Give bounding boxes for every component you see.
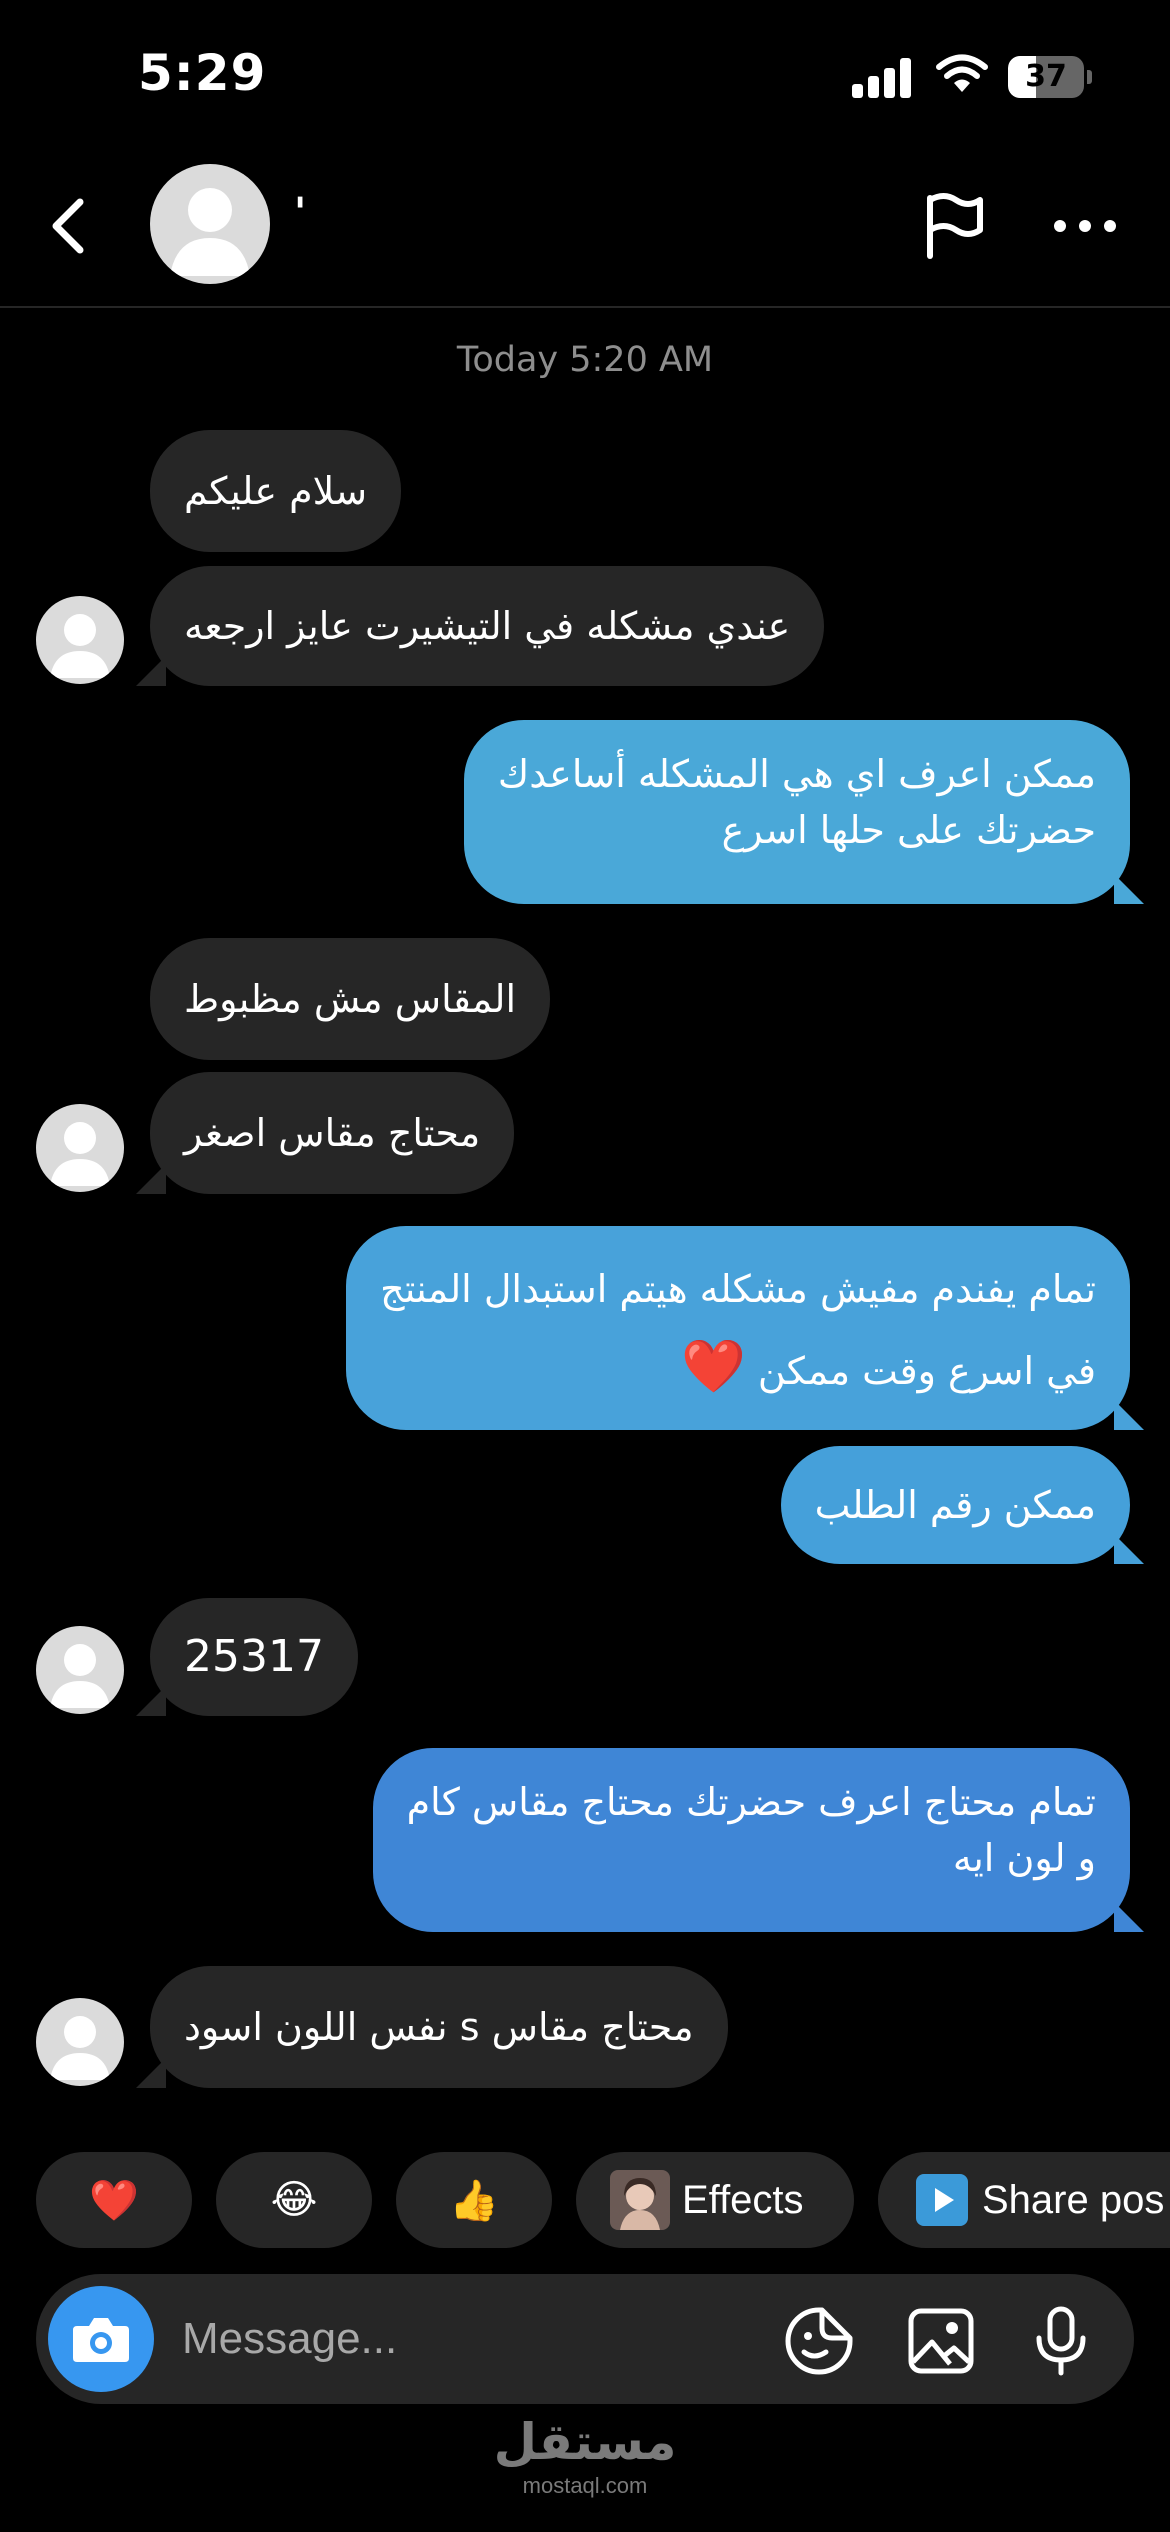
battery-percent: 37 [1025,59,1067,94]
message-text-line-2: حضرتك على حلها اسرع [721,808,1096,852]
outgoing-message[interactable]: تمام محتاج اعرف حضرتك محتاج مقاس كام و ل… [372,1748,1130,1932]
heart-emoji: ❤️ [680,1337,746,1397]
effects-thumbnail-icon [610,2170,670,2230]
sender-avatar[interactable] [36,596,124,684]
camera-icon [73,2318,129,2362]
message-text-line-1: ممكن اعرف اي هي المشكله أساعدك [497,752,1096,796]
message-text: محتاج مقاس s نفس اللون اسود [184,2005,694,2049]
message-text-line-2: في اسرع وقت ممكن ❤️ [380,1328,1096,1410]
report-flag-icon[interactable] [920,190,986,262]
message-input[interactable] [182,2304,782,2374]
message-text: سلام عليكم [184,469,368,513]
default-avatar-icon [50,1122,110,1186]
share-post-button[interactable]: Share pos [878,2152,1170,2248]
share-label: Share pos [982,2177,1165,2222]
default-avatar-icon [50,1644,110,1708]
outgoing-message[interactable]: ممكن اعرف اي هي المشكله أساعدك حضرتك على… [463,720,1130,904]
thumbs-up-emoji: 👍 [449,2177,499,2224]
message-text: محتاج مقاس اصغر [184,1111,481,1155]
sender-avatar[interactable] [36,1626,124,1714]
back-button[interactable] [40,190,96,262]
outgoing-message[interactable]: تمام يفندم مفيش مشكله هيتم استبدال المنت… [346,1226,1130,1430]
chat-header: ' [0,150,1170,308]
message-text: عندي مشكله في التيشيرت عايز ارجعه [184,604,791,648]
more-options-icon[interactable] [1050,206,1120,246]
cellular-signal-icon [852,58,912,98]
react-thumbs-up-button[interactable]: 👍 [396,2152,552,2248]
status-bar: 5:29 37 [0,0,1170,150]
microphone-icon[interactable] [1026,2306,1096,2376]
chat-screen: 5:29 37 ' Today 5:20 AM سلام عليكم عندي … [0,0,1170,2532]
message-text-line-2-text: في اسرع وقت ممكن [757,1349,1096,1393]
sender-avatar[interactable] [36,1998,124,2086]
gallery-icon[interactable] [906,2306,976,2376]
incoming-message[interactable]: عندي مشكله في التيشيرت عايز ارجعه [150,566,825,686]
watermark: مستقل mostaql.com [0,2412,1170,2500]
effects-button[interactable]: Effects [576,2152,854,2248]
outgoing-message[interactable]: ممكن رقم الطلب [780,1446,1130,1564]
react-heart-button[interactable]: ❤️ [36,2152,192,2248]
laughing-emoji: 😂 [270,2177,318,2223]
contact-avatar[interactable] [150,164,270,284]
incoming-message[interactable]: محتاج مقاس s نفس اللون اسود [150,1966,728,2088]
status-time: 5:29 [138,44,267,102]
incoming-message[interactable]: 25317 [150,1598,358,1716]
react-laugh-button[interactable]: 😂 [216,2152,372,2248]
default-avatar-icon [170,188,250,276]
sticker-icon[interactable] [784,2306,854,2376]
message-text-line-1: تمام يفندم مفيش مشكله هيتم استبدال المنت… [380,1267,1096,1311]
effects-label: Effects [682,2177,804,2222]
message-text: المقاس مش مظبوط [184,977,517,1021]
watermark-logo: مستقل [493,2413,677,2471]
incoming-message[interactable]: المقاس مش مظبوط [150,938,551,1060]
heart-emoji: ❤️ [89,2177,139,2224]
default-avatar-icon [50,2016,110,2080]
default-avatar-icon [50,614,110,678]
share-play-icon [916,2174,968,2226]
sender-avatar[interactable] [36,1104,124,1192]
message-text: ممكن رقم الطلب [814,1483,1096,1527]
incoming-message[interactable]: سلام عليكم [150,430,402,552]
watermark-url: mostaql.com [522,2473,648,2498]
camera-button[interactable] [48,2286,154,2392]
message-text-line-1: تمام محتاج اعرف حضرتك محتاج مقاس كام [406,1780,1096,1824]
chat-timestamp: Today 5:20 AM [456,340,714,380]
incoming-message[interactable]: محتاج مقاس اصغر [150,1072,515,1194]
contact-name[interactable]: ' [294,190,306,236]
wifi-icon [936,54,988,92]
battery-icon: 37 [1008,56,1092,98]
message-text: 25317 [184,1631,324,1682]
message-composer [36,2274,1134,2404]
message-text-line-2: و لون ايه [952,1836,1096,1880]
